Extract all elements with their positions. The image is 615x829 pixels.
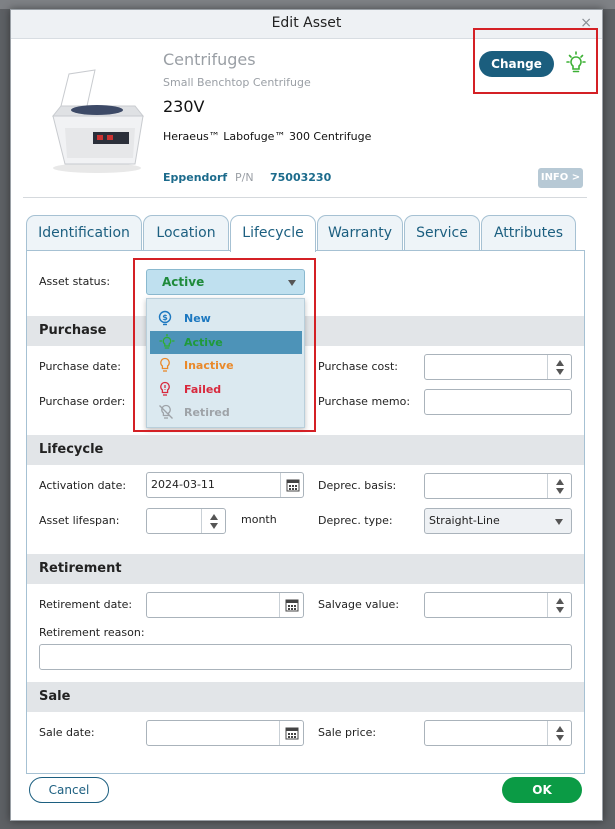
asset-image <box>51 69 145 173</box>
purchase-date-label: Purchase date: <box>39 360 121 373</box>
deprec-basis-input[interactable] <box>424 473 572 499</box>
tab-warranty[interactable]: Warranty <box>317 215 403 251</box>
change-button[interactable]: Change <box>479 51 554 77</box>
salvage-value-input[interactable] <box>424 592 572 618</box>
purchase-memo-input[interactable] <box>424 389 572 415</box>
deprec-type-label: Deprec. type: <box>318 514 393 527</box>
sale-price-input[interactable] <box>424 720 572 746</box>
asset-status-label: Asset status: <box>39 275 111 288</box>
section-retirement: Retirement <box>27 554 584 584</box>
calendar-icon[interactable] <box>280 473 304 497</box>
asset-subcategory: Small Benchtop Centrifuge <box>163 76 311 89</box>
deprec-type-select[interactable]: Straight-Line <box>424 508 572 534</box>
asset-lifespan-label: Asset lifespan: <box>39 514 120 527</box>
purchase-order-label: Purchase order: <box>39 395 126 408</box>
stepper-icon[interactable] <box>547 721 571 745</box>
calendar-icon[interactable] <box>279 593 303 617</box>
salvage-value-label: Salvage value: <box>318 598 400 611</box>
retirement-date-input[interactable] <box>146 592 304 618</box>
sale-date-label: Sale date: <box>39 726 95 739</box>
sale-date-input[interactable] <box>146 720 304 746</box>
stepper-icon[interactable] <box>547 355 571 379</box>
part-number-value[interactable]: 75003230 <box>270 171 331 184</box>
asset-voltage: 230V <box>163 97 205 116</box>
purchase-cost-input[interactable] <box>424 354 572 380</box>
asset-model: Heraeus™ Labofuge™ 300 Centrifuge <box>163 130 372 143</box>
activation-date-label: Activation date: <box>39 479 127 492</box>
section-lifecycle: Lifecycle <box>27 435 584 465</box>
header-divider <box>23 197 587 198</box>
highlight-status-dropdown <box>133 258 316 432</box>
tab-identification[interactable]: Identification <box>26 215 142 251</box>
chevron-down-icon <box>555 519 563 525</box>
stepper-icon[interactable] <box>547 593 571 617</box>
retirement-date-label: Retirement date: <box>39 598 133 611</box>
info-button[interactable]: INFO > <box>538 168 583 188</box>
retirement-reason-input[interactable] <box>39 644 572 670</box>
deprec-basis-label: Deprec. basis: <box>318 479 397 492</box>
asset-manufacturer[interactable]: Eppendorf <box>163 171 227 184</box>
stepper-icon[interactable] <box>547 474 571 498</box>
edit-asset-dialog: Edit Asset × Centrifuges Small Benchtop … <box>10 9 603 821</box>
tab-attributes[interactable]: Attributes <box>481 215 576 251</box>
tab-service[interactable]: Service <box>404 215 480 251</box>
calendar-icon[interactable] <box>279 721 303 745</box>
retirement-reason-label: Retirement reason: <box>39 626 145 639</box>
stepper-icon[interactable] <box>201 509 225 533</box>
lifespan-unit: month <box>241 513 277 526</box>
bulb-on-icon <box>566 51 586 73</box>
ok-button[interactable]: OK <box>502 777 582 803</box>
deprec-type-value: Straight-Line <box>429 514 500 527</box>
asset-lifespan-input[interactable] <box>146 508 226 534</box>
sale-price-label: Sale price: <box>318 726 377 739</box>
tab-lifecycle[interactable]: Lifecycle <box>230 215 316 252</box>
asset-category: Centrifuges <box>163 50 256 69</box>
purchase-memo-label: Purchase memo: <box>318 395 411 408</box>
purchase-cost-label: Purchase cost: <box>318 360 398 373</box>
section-sale: Sale <box>27 682 584 712</box>
background-app <box>0 0 615 9</box>
part-number-label: P/N <box>235 171 254 184</box>
cancel-button[interactable]: Cancel <box>29 777 109 803</box>
tab-location[interactable]: Location <box>143 215 229 251</box>
